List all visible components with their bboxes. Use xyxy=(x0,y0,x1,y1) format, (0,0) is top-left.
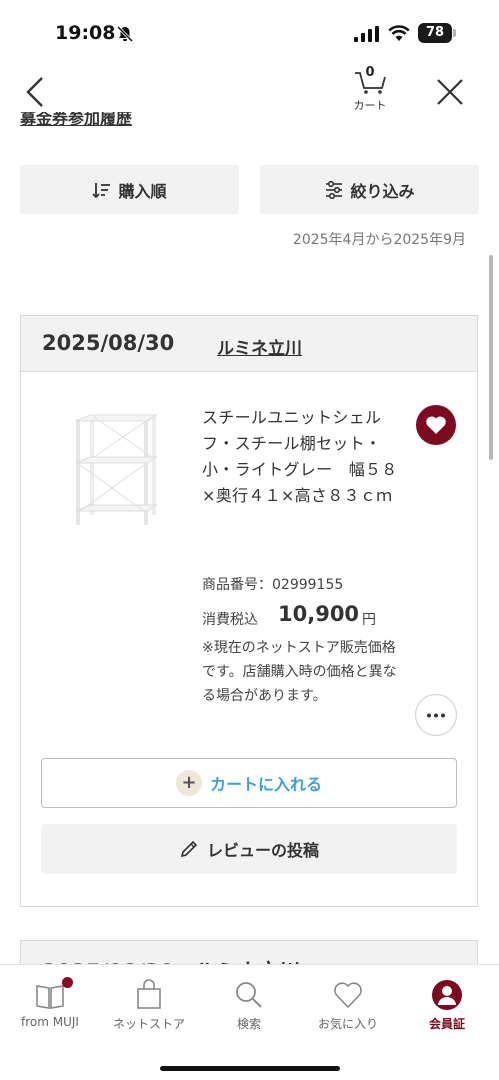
tab-label: from MUJI xyxy=(21,1015,79,1029)
product-image[interactable] xyxy=(66,411,166,531)
order-store-link[interactable]: ルミネ立川 xyxy=(217,334,302,359)
tab-from-muji[interactable]: from MUJI xyxy=(0,977,100,1037)
sort-button[interactable]: 購入順 xyxy=(20,165,239,214)
heart-filled-icon xyxy=(426,416,446,434)
filter-label: 絞り込み xyxy=(350,181,415,201)
heart-icon xyxy=(334,982,362,1009)
home-indicator xyxy=(160,1066,340,1071)
tab-label: 検索 xyxy=(236,1017,261,1031)
date-range-text: 2025年4月から2025年9月 xyxy=(292,232,466,248)
battery-cap xyxy=(453,29,456,37)
tab-label: ネットストア xyxy=(112,1017,185,1031)
tab-favorites[interactable]: お気に入り xyxy=(298,977,398,1037)
filter-button[interactable]: 絞り込み xyxy=(260,165,479,214)
pencil-icon xyxy=(180,840,198,858)
status-bar: 19:08 78 xyxy=(0,0,499,64)
favorite-button[interactable] xyxy=(416,405,456,445)
price-tax-label: 消費税込 xyxy=(202,612,258,628)
add-to-cart-button[interactable]: + カートに入れる xyxy=(41,758,457,808)
close-icon[interactable] xyxy=(434,76,466,108)
tab-label: お気に入り xyxy=(317,1017,378,1031)
wifi-icon xyxy=(388,25,410,41)
add-to-cart-label: カートに入れる xyxy=(209,775,322,794)
sort-label: 購入順 xyxy=(118,181,167,201)
shopping-bag-icon xyxy=(137,979,161,1009)
plus-icon: + xyxy=(175,770,202,796)
battery-indicator: 78 xyxy=(418,23,452,43)
order-card: 2025/08/30 ルミネ立川 スチールユニットシェルフ・スチール棚セット・小… xyxy=(20,315,478,907)
product-name[interactable]: スチールユニットシェルフ・スチール棚セット・小・ライトグレー 幅５８×奥行４１×… xyxy=(202,405,402,509)
tab-bar: from MUJI ネットストア 検索 お気に入り 会員証 xyxy=(0,964,499,1080)
order-header: 2025/08/30 ルミネ立川 xyxy=(21,316,477,372)
scrollbar[interactable] xyxy=(489,255,493,460)
tab-member-card[interactable]: 会員証 xyxy=(397,977,497,1037)
price-unit: 円 xyxy=(362,612,376,628)
signal-icon xyxy=(354,26,379,42)
search-icon xyxy=(236,982,262,1008)
back-chevron-icon[interactable] xyxy=(20,72,52,112)
member-icon xyxy=(432,980,462,1010)
product-code: 商品番号：02999155 xyxy=(202,577,344,593)
filter-sliders-icon xyxy=(326,180,343,199)
cart-icon xyxy=(355,72,386,94)
status-time: 19:08 xyxy=(55,22,116,44)
order-date: 2025/08/30 xyxy=(42,331,175,355)
more-options-button[interactable] xyxy=(415,694,457,736)
write-review-button[interactable]: レビューの投稿 xyxy=(41,824,457,874)
notification-dot xyxy=(62,977,73,988)
sort-icon xyxy=(92,182,111,198)
cart-label: カート xyxy=(353,99,387,112)
tab-net-store[interactable]: ネットストア xyxy=(99,977,199,1037)
price-value: 10,900 xyxy=(278,602,360,626)
review-label: レビューの投稿 xyxy=(206,841,319,860)
price-note: ※現在のネットストア販売価格です。店舗購入時の価格と異なる場合があります。 xyxy=(202,640,397,704)
ellipsis-icon xyxy=(427,713,445,718)
tab-label: 会員証 xyxy=(428,1017,465,1031)
cart-button[interactable]: 0 カート xyxy=(345,64,395,116)
history-link[interactable]: 募金券参加履歴 xyxy=(20,112,132,126)
tab-search[interactable]: 検索 xyxy=(199,977,299,1037)
bell-off-icon xyxy=(116,25,134,43)
